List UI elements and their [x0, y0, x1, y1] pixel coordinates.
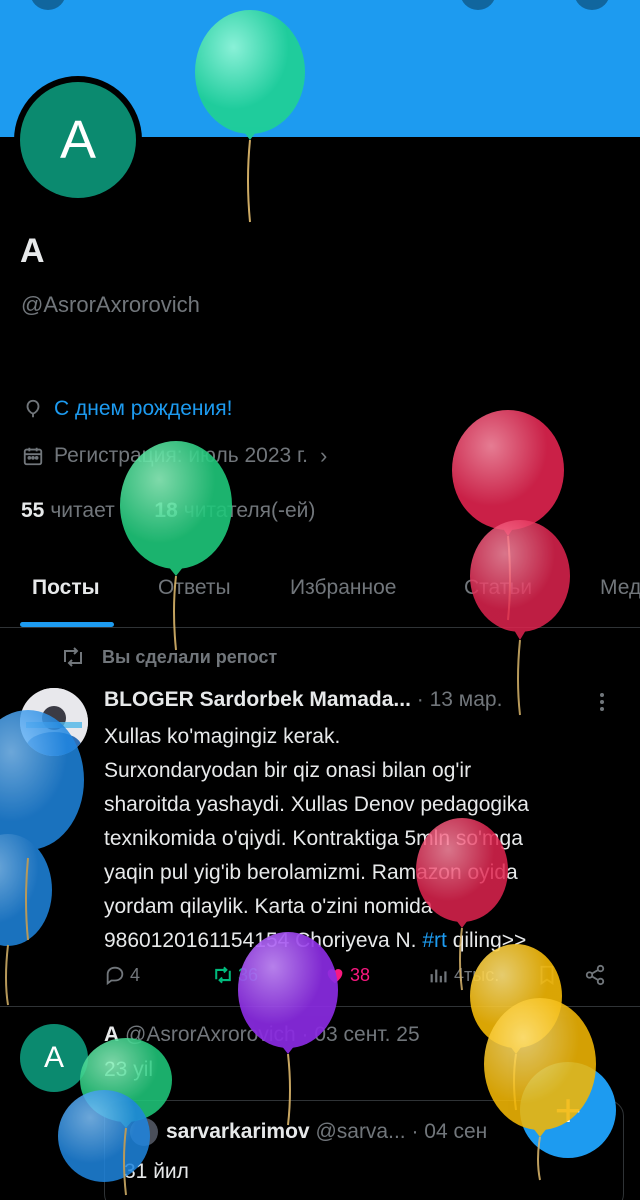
- more-options-button[interactable]: [574, 0, 610, 10]
- quoted-author-avatar: [130, 1118, 158, 1146]
- tweet2-header: A @AsrorAxrorovich · 03 сент. 25: [104, 1023, 420, 1047]
- tweet2-author-avatar[interactable]: A: [20, 1024, 88, 1092]
- views-count: 4тыс.: [454, 964, 500, 985]
- separator-dot: ·: [416, 688, 424, 711]
- tab-media[interactable]: Мед: [600, 576, 640, 600]
- quoted-header: sarvarkarimov @sarva... · 04 сен: [166, 1120, 487, 1144]
- repost-icon: [64, 647, 82, 667]
- quoted-handle-date: @sarva... · 04 сен: [309, 1120, 488, 1143]
- compose-button[interactable]: +: [520, 1062, 616, 1158]
- tweet-author-avatar[interactable]: [20, 688, 88, 756]
- views-button[interactable]: 4тыс.: [428, 964, 499, 986]
- heart-icon: [327, 969, 343, 984]
- tweet-author-name[interactable]: BLOGER Sardorbek Mamada...: [104, 688, 411, 711]
- registration-row[interactable]: Регистрация: июль 2023 г. ›: [22, 443, 327, 469]
- repost-button[interactable]: 36: [212, 964, 258, 986]
- registration-text: Регистрация: июль 2023 г.: [54, 444, 308, 467]
- share-button[interactable]: [584, 964, 610, 986]
- tweet-line: Xullas ko'magingiz kerak.: [104, 725, 341, 748]
- chevron-right-icon[interactable]: ›: [320, 443, 327, 469]
- repost-indicator: Вы сделали репост: [60, 646, 277, 668]
- following-count: 55: [21, 499, 45, 522]
- tweet-line: yaqin pul yig'ib berolamizmi. Ramazon oy…: [104, 861, 518, 884]
- follow-stats: 55 читает 18 читателя(-ей): [21, 499, 315, 523]
- profile-display-name: A: [20, 232, 45, 270]
- reply-button[interactable]: 4: [104, 964, 140, 986]
- reply-count: 4: [130, 964, 141, 985]
- tab-posts[interactable]: Посты: [32, 576, 100, 600]
- repost-icon: [215, 966, 231, 984]
- birthday-row[interactable]: С днем рождения!: [22, 397, 232, 421]
- balloon-icon: [26, 399, 40, 418]
- tweet2-text[interactable]: 23 yil: [104, 1058, 153, 1082]
- feed-divider: [0, 1006, 640, 1007]
- share-icon: [585, 964, 605, 986]
- tweet-line: sharoitda yashaydi. Xullas Denov pedagog…: [104, 793, 529, 816]
- tweet-text[interactable]: Xullas ko'magingiz kerak. Surxondaryodan…: [104, 720, 624, 958]
- followers-link[interactable]: 18 читателя(-ей): [154, 499, 315, 522]
- tweet2-author-name[interactable]: A: [104, 1023, 119, 1046]
- reply-icon: [106, 966, 124, 986]
- quoted-author-name: sarvarkarimov: [166, 1120, 310, 1143]
- like-count: 38: [350, 964, 371, 985]
- tab-favorites[interactable]: Избранное: [290, 576, 396, 600]
- balloon-blue-left: [0, 710, 84, 1006]
- author-photo: [20, 688, 88, 756]
- tweet2-handle-date: @AsrorAxrorovich · 03 сент. 25: [119, 1023, 420, 1046]
- tweet-line: yordam qilaylik. Karta o'zini nomida: [104, 895, 433, 918]
- profile-handle: @AsrorAxrorovich: [21, 292, 200, 317]
- tweet-date[interactable]: 13 мар.: [430, 688, 503, 711]
- more-icon[interactable]: [600, 690, 604, 714]
- like-button[interactable]: 38: [324, 964, 370, 986]
- profile-avatar[interactable]: A: [14, 76, 142, 204]
- tweet-header: BLOGER Sardorbek Mamada... · 13 мар.: [104, 688, 502, 712]
- back-button[interactable]: [30, 0, 66, 10]
- followers-count: 18: [154, 499, 178, 522]
- followers-label: читателя(-ей): [183, 499, 316, 522]
- search-button[interactable]: [460, 0, 496, 10]
- tab-articles[interactable]: Статьи: [464, 576, 532, 600]
- calendar-icon: [23, 447, 43, 466]
- repost-count: 36: [238, 964, 259, 985]
- birthday-text[interactable]: С днем рождения!: [54, 397, 232, 421]
- tweet-line: Surxondaryodan bir qiz onasi bilan og'ir: [104, 759, 472, 782]
- following-label: читает: [50, 499, 115, 522]
- avatar-letter: A: [20, 82, 136, 198]
- profile-tabs: Посты Ответы Избранное Статьи Мед: [0, 560, 640, 628]
- views-icon: [430, 969, 447, 983]
- quoted-text: 31 йил: [124, 1160, 189, 1183]
- active-tab-indicator: [20, 622, 114, 627]
- repost-label: Вы сделали репост: [102, 646, 278, 667]
- tweet-actions: 4 36 38 4тыс.: [104, 964, 614, 992]
- following-link[interactable]: 55 читает: [21, 499, 115, 522]
- tweet-line: texnikomida o'qiydi. Kontraktiga 5mln so…: [104, 827, 523, 850]
- tweet-line-last: 9860120161154154 Choriyeva N. #rt qiling…: [104, 929, 527, 952]
- bookmark-button[interactable]: [536, 964, 562, 986]
- hashtag-link[interactable]: #rt: [422, 929, 447, 952]
- tab-replies[interactable]: Ответы: [158, 576, 231, 600]
- bookmark-icon: [540, 965, 554, 985]
